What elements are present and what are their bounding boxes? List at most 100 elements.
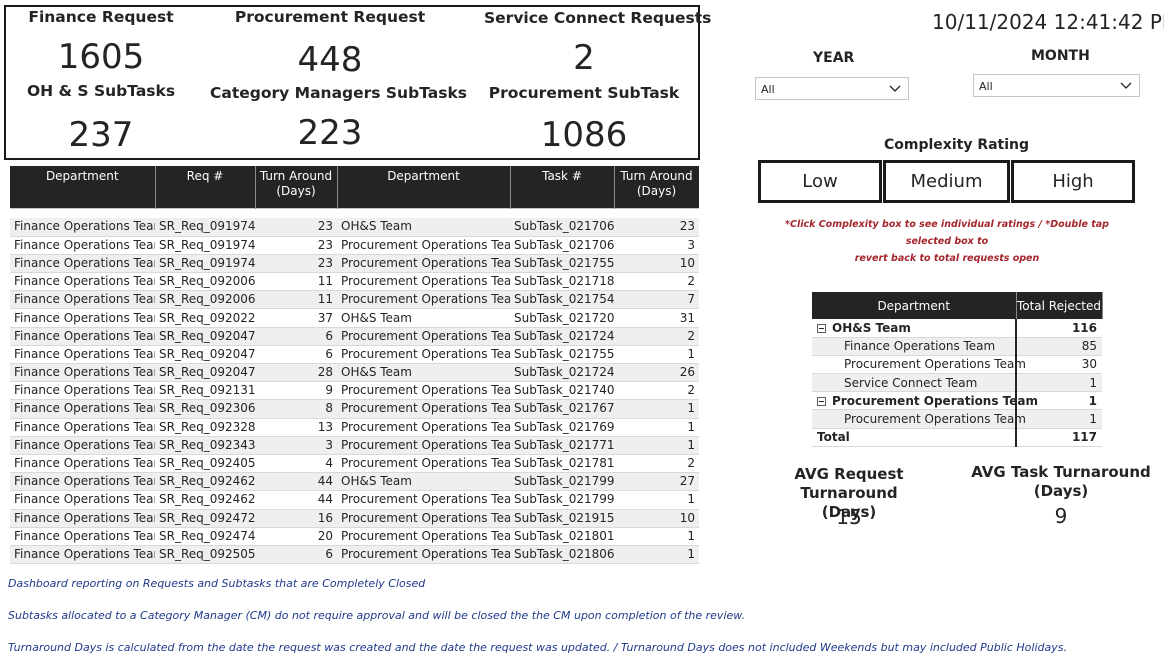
- table-cell: SubTask_0217247: [510, 363, 614, 383]
- avg-task-value: 9: [1054, 504, 1068, 528]
- table-cell: 1: [614, 345, 699, 365]
- rejected-matrix[interactable]: Department Total Rejected OH&S Team 116 Fi…: [812, 292, 1103, 447]
- table-cell: 10: [614, 254, 699, 274]
- table-spacer: [10, 207, 699, 218]
- table-row[interactable]: Finance Operations Team SR_Req_0924721 16 P…: [10, 509, 699, 528]
- table-cell: Finance Operations Team: [10, 308, 155, 328]
- kpi-category-managers-label: Category Managers SubTasks: [210, 84, 467, 102]
- table-cell: SR_Req_0921312: [155, 381, 255, 401]
- table-cell: SubTask_0217670: [510, 399, 614, 419]
- table-cell: Finance Operations Team: [10, 254, 155, 274]
- requests-table[interactable]: Department Req # Turn Around (Days) Depa…: [10, 166, 699, 566]
- table-row[interactable]: Finance Operations Team SR_Req_0923063 8 Pr…: [10, 399, 699, 419]
- table-row[interactable]: Finance Operations Team SR_Req_0923438 3 Pr…: [10, 436, 699, 455]
- table-cell: Finance Operations Team: [10, 509, 155, 528]
- collapse-icon[interactable]: [817, 323, 826, 333]
- table-cell: SR_Req_0924620: [155, 472, 255, 492]
- table-cell: 1: [614, 527, 699, 546]
- table-cell: SubTask_0217555: [510, 345, 614, 365]
- table-row[interactable]: Finance Operations Team SR_Req_0924056 4 Pr…: [10, 454, 699, 474]
- col-header-department[interactable]: Department: [10, 166, 156, 208]
- footnote-turnaround: Turnaround Days is calculated from the d…: [8, 641, 1067, 654]
- collapse-icon[interactable]: [817, 396, 826, 406]
- col-header-task-department[interactable]: Department: [337, 166, 511, 208]
- table-cell: Finance Operations Team: [10, 345, 155, 365]
- rejected-col-department[interactable]: Department: [812, 292, 1017, 319]
- table-cell: Finance Operations Team: [10, 527, 155, 546]
- table-row[interactable]: Finance Operations Team SR_Req_0919743 23 P…: [10, 236, 699, 255]
- table-cell: SubTask_0218060: [510, 545, 614, 565]
- rejected-group-row[interactable]: OH&S Team 116: [812, 319, 1102, 338]
- rejected-child-row[interactable]: Procurement Operations Team 1: [812, 409, 1102, 429]
- rejected-child-label: Finance Operations Team: [812, 337, 1016, 356]
- complexity-low-button[interactable]: Low: [758, 160, 882, 203]
- table-row[interactable]: Finance Operations Team SR_Req_0924620 44 O…: [10, 472, 699, 492]
- table-cell: SR_Req_0923063: [155, 399, 255, 419]
- table-row[interactable]: Finance Operations TeamSR_Req_092533117O…: [10, 563, 699, 566]
- rejected-child-row[interactable]: Procurement Operations Team 30: [812, 355, 1102, 375]
- rejected-child-row[interactable]: Finance Operations Team 85: [812, 337, 1102, 356]
- col-header-req[interactable]: Req #: [155, 166, 256, 208]
- kpi-ohs-subtasks-value: 237: [68, 115, 134, 155]
- table-cell: Procurement Operations Team: [337, 327, 510, 346]
- complexity-high-button[interactable]: High: [1011, 160, 1135, 203]
- table-cell: SubTask_0217811: [510, 454, 614, 474]
- table-row[interactable]: Finance Operations Team SR_Req_0924741 20 P…: [10, 527, 699, 546]
- table-cell: OH&S Team: [337, 563, 510, 566]
- avg-request-title-line1: AVG Request Turnaround: [794, 465, 904, 502]
- table-cell: SR_Req_0920227: [155, 308, 255, 328]
- table-row[interactable]: Finance Operations Team SR_Req_0925050 6 Pr…: [10, 545, 699, 565]
- table-cell: 8: [255, 399, 337, 419]
- col-header-task[interactable]: Task #: [510, 166, 615, 208]
- rejected-child-row[interactable]: Service Connect Team 1: [812, 373, 1102, 393]
- table-row[interactable]: Finance Operations Team SR_Req_0920472 28 O…: [10, 363, 699, 383]
- complexity-medium-button[interactable]: Medium: [883, 160, 1010, 203]
- table-cell: SR_Req_0919743: [155, 236, 255, 255]
- table-row[interactable]: Finance Operations Team SR_Req_0920062 11 P…: [10, 272, 699, 292]
- table-row[interactable]: Finance Operations Team SR_Req_0920471 6 Pr…: [10, 327, 699, 346]
- table-row[interactable]: Finance Operations Team SR_Req_0923281 13 P…: [10, 418, 699, 437]
- chevron-down-icon: [889, 85, 901, 92]
- table-row[interactable]: Finance Operations Team SR_Req_0920062 11 P…: [10, 290, 699, 310]
- avg-task-title-line1: AVG Task Turnaround: [971, 463, 1151, 481]
- table-cell: 11: [255, 272, 337, 292]
- table-cell: 44: [255, 490, 337, 510]
- complexity-note-line1: *Click Complexity box to see individual …: [785, 219, 1109, 247]
- table-cell: SubTask_0217182: [510, 272, 614, 292]
- table-row[interactable]: Finance Operations Team SR_Req_0921312 9 Pr…: [10, 381, 699, 401]
- table-cell: SR_Req_0925050: [155, 545, 255, 565]
- table-cell: 7: [614, 290, 699, 310]
- table-cell: Procurement Operations Team: [337, 454, 510, 474]
- table-cell: SubTask_0217062: [510, 236, 614, 255]
- table-cell: SubTask_0218155: [510, 563, 614, 566]
- year-dropdown[interactable]: All: [755, 77, 909, 100]
- table-cell: Finance Operations Team: [10, 236, 155, 255]
- table-cell: SubTask_0217691: [510, 418, 614, 437]
- month-slicer-title: MONTH: [1031, 48, 1090, 64]
- table-row[interactable]: Finance Operations Team SR_Req_0924620 44 P…: [10, 490, 699, 510]
- table-cell: 1: [614, 418, 699, 437]
- rejected-col-total[interactable]: Total Rejected: [1016, 292, 1103, 319]
- table-row[interactable]: Finance Operations Team SR_Req_0919743 23 O…: [10, 218, 699, 237]
- table-cell: Finance Operations Team: [10, 563, 155, 566]
- month-dropdown[interactable]: All: [973, 74, 1140, 97]
- rejected-group-label: Procurement Operations Team: [832, 393, 1039, 408]
- table-cell: SubTask_0217716: [510, 436, 614, 455]
- rejected-group-row[interactable]: Procurement Operations Team 1: [812, 391, 1102, 411]
- report-datetime: 10/11/2024 12:41:42 PM: [932, 10, 1164, 34]
- col-header-turnaround[interactable]: Turn Around (Days): [255, 166, 338, 208]
- month-dropdown-value: All: [979, 80, 993, 93]
- table-row[interactable]: Finance Operations Team SR_Req_0919743 23 P…: [10, 254, 699, 274]
- rejected-child-label: Procurement Operations Team: [812, 409, 1026, 429]
- kpi-procurement-request-value: 448: [297, 40, 363, 80]
- table-row[interactable]: Finance Operations Team SR_Req_0920227 37 O…: [10, 308, 699, 328]
- table-cell: 31: [614, 308, 699, 328]
- table-row[interactable]: Finance Operations Team SR_Req_0920471 6 Pr…: [10, 345, 699, 365]
- table-cell: Finance Operations Team: [10, 454, 155, 474]
- rejected-child-value: 30: [1015, 355, 1102, 375]
- col-header-task-turnaround[interactable]: Turn Around (Days): [614, 166, 699, 208]
- kpi-procurement-request-label: Procurement Request: [234, 8, 426, 26]
- rejected-total-value: 117: [1015, 427, 1102, 447]
- kpi-category-managers-value: 223: [297, 113, 363, 153]
- table-cell: 6: [255, 345, 337, 365]
